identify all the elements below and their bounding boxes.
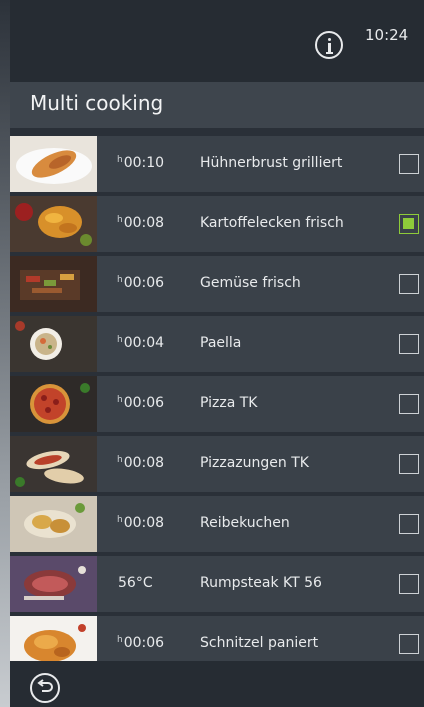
program-name: Paella: [200, 335, 242, 351]
cook-time: h00:06: [117, 275, 165, 291]
program-name: Kartoffelecken frisch: [200, 215, 344, 231]
program-row[interactable]: h00:06 Pizza TK: [10, 376, 424, 432]
food-thumbnail: [10, 376, 97, 432]
cook-time: h00:10: [117, 155, 165, 171]
info-icon[interactable]: [315, 31, 343, 59]
food-thumbnail: [10, 496, 97, 552]
food-thumbnail: [10, 256, 97, 312]
clock: 10:24: [365, 26, 409, 44]
select-checkbox[interactable]: [399, 454, 419, 474]
program-name: Pizza TK: [200, 395, 258, 411]
program-row[interactable]: h00:04 Paella: [10, 316, 424, 372]
program-name: Hühnerbrust grilliert: [200, 155, 343, 171]
food-thumbnail: [10, 316, 97, 372]
program-list: h00:10 Hühnerbrust grilliert h00:08 Kart…: [10, 136, 424, 676]
oven-panel: 10:24 Multi cooking h00:10 Hühnerbrust g…: [10, 0, 424, 707]
program-name: Gemüse frisch: [200, 275, 301, 291]
program-row[interactable]: h00:08 Reibekuchen: [10, 496, 424, 552]
select-checkbox[interactable]: [399, 154, 419, 174]
select-checkbox[interactable]: [399, 214, 419, 234]
select-checkbox[interactable]: [399, 334, 419, 354]
program-row[interactable]: h00:08 Kartoffelecken frisch: [10, 196, 424, 252]
food-thumbnail: [10, 556, 97, 612]
select-checkbox[interactable]: [399, 574, 419, 594]
cook-time: h00:06: [117, 635, 165, 651]
program-row[interactable]: h00:06 Gemüse frisch: [10, 256, 424, 312]
program-row[interactable]: h00:10 Hühnerbrust grilliert: [10, 136, 424, 192]
background-edge: [0, 0, 10, 707]
select-checkbox[interactable]: [399, 394, 419, 414]
food-thumbnail: [10, 136, 97, 192]
select-checkbox[interactable]: [399, 274, 419, 294]
back-icon[interactable]: [30, 673, 60, 703]
top-bar: [10, 0, 424, 82]
bottom-bar: [10, 661, 424, 707]
cook-time: h00:08: [117, 455, 165, 471]
program-row[interactable]: 56°C Rumpsteak KT 56: [10, 556, 424, 612]
cook-time: 56°C: [118, 575, 153, 591]
program-name: Rumpsteak KT 56: [200, 575, 322, 591]
food-thumbnail: [10, 196, 97, 252]
select-checkbox[interactable]: [399, 514, 419, 534]
cook-time: h00:04: [117, 335, 165, 351]
program-row[interactable]: h00:08 Pizzazungen TK: [10, 436, 424, 492]
program-name: Schnitzel paniert: [200, 635, 319, 651]
cook-time: h00:08: [117, 215, 165, 231]
page-title: Multi cooking: [30, 91, 164, 115]
program-name: Reibekuchen: [200, 515, 290, 531]
food-thumbnail: [10, 436, 97, 492]
select-checkbox[interactable]: [399, 634, 419, 654]
cook-time: h00:08: [117, 515, 165, 531]
cook-time: h00:06: [117, 395, 165, 411]
program-name: Pizzazungen TK: [200, 455, 309, 471]
